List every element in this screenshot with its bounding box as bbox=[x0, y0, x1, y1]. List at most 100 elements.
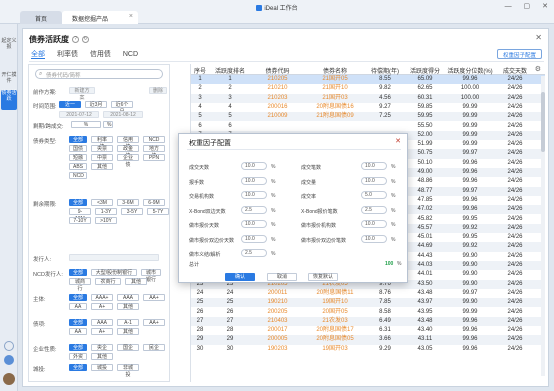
scroll-thumb[interactable] bbox=[541, 92, 545, 152]
tab-all[interactable]: 全部 bbox=[31, 51, 45, 59]
table-row[interactable]: 25 25 190210 19国开10 7.85 43.97 99.90 24/26 bbox=[191, 298, 545, 308]
filter-chip[interactable]: 城市银行 bbox=[141, 269, 161, 283]
tab-data-mining[interactable]: 数据挖掘产品 × bbox=[62, 11, 138, 24]
filter-chip[interactable]: 7-10Y bbox=[69, 217, 91, 224]
factor-weight-input[interactable]: 10.0 bbox=[241, 234, 267, 243]
factor-weight-input[interactable]: 10.0 bbox=[241, 191, 267, 199]
factor-weight-input[interactable]: 5.0 bbox=[361, 191, 387, 199]
column-header[interactable]: 待偿期(年) bbox=[367, 66, 403, 75]
table-row[interactable]: 29 29 200005 20附息国债05 3.66 43.11 99.96 24/26 bbox=[191, 335, 545, 345]
filter-chip[interactable]: 1-3Y bbox=[95, 208, 117, 215]
filter-chip[interactable]: ABS bbox=[69, 163, 87, 170]
column-header[interactable]: 序号 bbox=[191, 66, 209, 75]
filter-chip[interactable]: A-1 bbox=[117, 319, 139, 326]
filter-chip[interactable]: 民企 bbox=[143, 344, 165, 351]
help-icon[interactable] bbox=[4, 341, 14, 351]
filter-chip[interactable]: 企业债 bbox=[117, 154, 139, 168]
filter-chip[interactable]: 其他 bbox=[125, 278, 147, 285]
table-row[interactable]: 1 1 210205 21国开05 8.55 65.09 99.96 24/26 bbox=[191, 75, 545, 85]
table-row[interactable]: 24 24 200011 20附息国债11 8.76 43.48 99.97 24/26 bbox=[191, 289, 545, 298]
factor-weight-input[interactable]: 10.0 bbox=[361, 220, 387, 228]
filter-chip[interactable]: 其他 bbox=[117, 328, 139, 335]
filter-chip[interactable]: 全部 bbox=[69, 344, 87, 351]
filter-chip[interactable]: 2021-08-12 bbox=[103, 111, 143, 118]
filter-chip[interactable]: 全部 bbox=[69, 294, 87, 301]
filter-chip[interactable]: 全部 bbox=[69, 136, 87, 143]
factor-weight-input[interactable]: 10.0 bbox=[241, 176, 267, 185]
filter-chip[interactable]: 9-12M bbox=[69, 208, 91, 222]
filter-chip[interactable]: A+ bbox=[91, 303, 113, 310]
column-header[interactable]: 活跃度排名 bbox=[209, 66, 251, 75]
close-icon[interactable]: ✕ bbox=[395, 137, 401, 145]
table-row[interactable]: 27 27 210403 21农发03 6.49 43.48 99.96 24/26 bbox=[191, 316, 545, 327]
filter-chip[interactable]: A+ bbox=[91, 328, 113, 335]
column-header[interactable]: 债券名称 bbox=[306, 66, 364, 75]
filter-chip[interactable]: AA bbox=[69, 303, 87, 310]
filter-chip[interactable]: 近一月 bbox=[59, 101, 81, 115]
cancel-button[interactable]: 取消 bbox=[267, 273, 297, 281]
tab-rate-bonds[interactable]: 利率债 bbox=[57, 51, 78, 58]
filter-chip[interactable]: 全部 bbox=[69, 364, 87, 371]
filter-chip[interactable]: 国债 bbox=[69, 145, 87, 152]
filter-chip[interactable]: 全部 bbox=[69, 199, 87, 206]
table-row[interactable]: 3 3 210203 21国开03 4.56 60.31 100.00 24/26 bbox=[191, 93, 545, 103]
help-icon[interactable]: ? bbox=[72, 36, 79, 44]
filter-chip[interactable]: 5-7Y bbox=[147, 208, 169, 215]
filter-chip[interactable]: 近6个月 bbox=[111, 101, 133, 115]
tab-credit-bonds[interactable]: 信用债 bbox=[90, 51, 111, 58]
filter-chip[interactable]: 其他 bbox=[91, 353, 113, 360]
factor-weight-input[interactable]: 10.0 bbox=[241, 162, 267, 170]
filter-chip[interactable]: 3-5Y bbox=[121, 208, 143, 215]
filter-chip[interactable]: 大型/股份制银行 bbox=[91, 269, 137, 276]
table-row[interactable]: 30 30 190203 19国开03 9.29 43.05 99.96 24/26 bbox=[191, 345, 545, 354]
sidebar-item-0[interactable]: 起定义报 bbox=[1, 38, 17, 58]
filter-chip[interactable]: 外资 bbox=[69, 353, 87, 360]
factor-weight-input[interactable]: 10.0 bbox=[361, 234, 387, 243]
filter-chip[interactable]: 信用债 bbox=[117, 136, 139, 150]
tab-home[interactable]: 首页 bbox=[20, 11, 62, 24]
filter-chip[interactable]: <3M bbox=[91, 199, 113, 206]
factor-weight-input[interactable]: 2.5 bbox=[361, 205, 387, 214]
column-header[interactable]: 活跃度分位数(%) bbox=[445, 66, 495, 75]
factor-weight-input[interactable]: 10.0 bbox=[361, 162, 387, 170]
table-row[interactable]: 4 4 200016 20附息国债16 9.27 59.85 99.99 24/26 bbox=[191, 103, 545, 112]
filter-chip[interactable]: >10Y bbox=[95, 217, 117, 224]
tab-ncd[interactable]: NCD bbox=[123, 51, 138, 58]
filter-chip[interactable]: 利率债 bbox=[91, 136, 113, 150]
filter-chip[interactable]: AAA bbox=[91, 319, 113, 326]
filter-chip[interactable]: NCD bbox=[143, 136, 165, 143]
user-icon[interactable] bbox=[4, 355, 14, 365]
scrollbar[interactable] bbox=[541, 76, 545, 376]
search-input[interactable]: ⌕ 债券代码/简称 bbox=[35, 69, 163, 79]
filter-chip[interactable]: 2021-07-12 bbox=[59, 111, 99, 118]
confirm-button[interactable]: 确认 bbox=[225, 273, 255, 281]
filter-chip[interactable]: 城商行 bbox=[69, 278, 91, 292]
filter-chip[interactable]: 政金债 bbox=[117, 145, 139, 159]
weight-config-button[interactable]: 权重因子配置 bbox=[496, 49, 542, 59]
filter-chip[interactable]: PPN bbox=[143, 154, 165, 161]
filter-chip[interactable]: 地方债 bbox=[143, 145, 165, 159]
close-icon[interactable]: ✕ bbox=[535, 33, 542, 42]
filter-chip[interactable]: 央票 bbox=[91, 145, 113, 152]
gear-icon[interactable]: ⚙ bbox=[535, 65, 541, 73]
filter-chip[interactable]: 农商行 bbox=[95, 278, 121, 285]
factor-weight-input[interactable]: 10.0 bbox=[241, 220, 267, 228]
filter-chip[interactable]: 删除 bbox=[149, 87, 167, 94]
filter-chip[interactable]: 其他 bbox=[117, 303, 139, 310]
table-row[interactable]: 2 2 210210 21国开10 9.82 62.65 100.00 24/26 bbox=[191, 84, 545, 93]
filter-chip[interactable]: 全部 bbox=[69, 269, 87, 276]
filter-chip[interactable]: NCD bbox=[69, 172, 87, 179]
filter-chip[interactable]: 非城投 bbox=[117, 364, 139, 378]
filter-chip[interactable]: 全部 bbox=[69, 319, 87, 326]
tab-close-icon[interactable]: × bbox=[129, 13, 133, 20]
table-row[interactable]: 26 26 200205 20国开05 8.58 43.95 99.99 24/26 bbox=[191, 308, 545, 317]
factor-weight-input[interactable]: 2.5 bbox=[241, 249, 267, 257]
filter-chip[interactable] bbox=[69, 254, 159, 261]
filter-chip[interactable]: 国企 bbox=[117, 344, 139, 351]
filter-chip[interactable]: AAA+ bbox=[91, 294, 113, 301]
filter-chip[interactable]: 城投 bbox=[91, 364, 113, 371]
sidebar-item-1[interactable]: 开仁摸件 bbox=[1, 72, 17, 92]
filter-chip[interactable]: AAA bbox=[117, 294, 139, 301]
filter-chip[interactable]: 6-9M bbox=[143, 199, 165, 206]
filter-chip[interactable]: % bbox=[71, 121, 101, 128]
